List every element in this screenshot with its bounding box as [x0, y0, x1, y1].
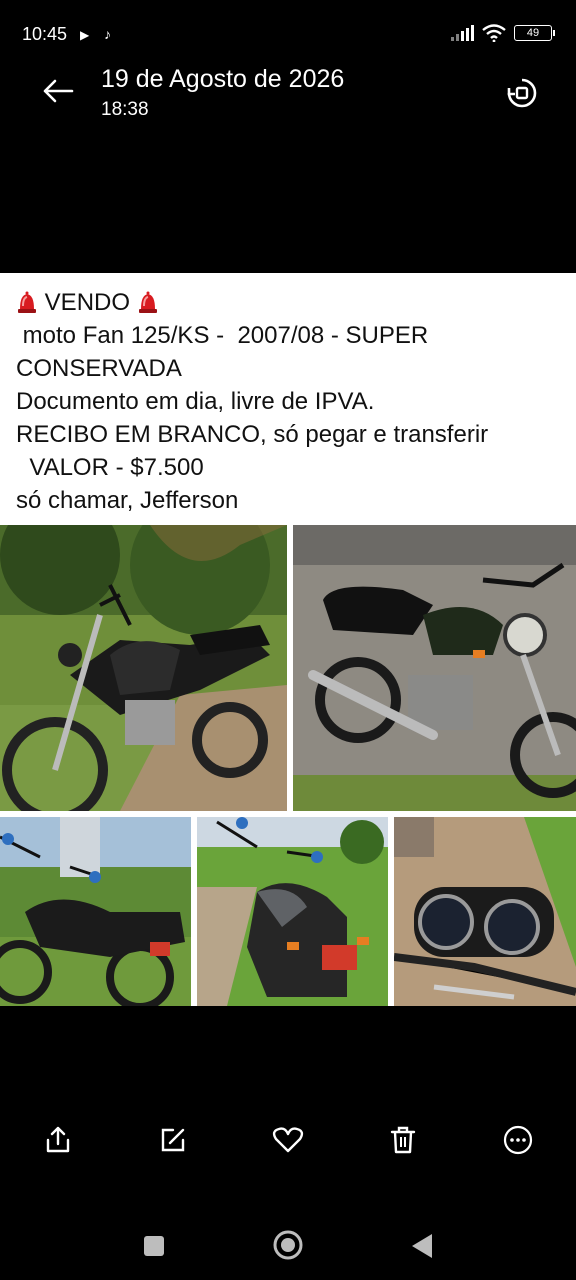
signal-icon	[451, 25, 474, 41]
rotate-icon[interactable]	[506, 77, 538, 109]
photo-content[interactable]: VENDO moto Fan 125/KS - 2007/08 - SUPER …	[0, 273, 576, 1006]
edit-button[interactable]	[115, 1112, 230, 1168]
photo-date: 19 de Agosto de 2026	[101, 65, 345, 93]
post-line-vendo: VENDO	[44, 289, 131, 316]
post-line-model: moto Fan 125/KS - 2007/08 - SUPER	[22, 322, 429, 349]
share-button[interactable]	[0, 1112, 115, 1168]
recents-square-icon[interactable]	[143, 1235, 165, 1257]
viewer-header: 19 de Agosto de 2026 18:38	[0, 55, 576, 125]
back-triangle-icon[interactable]	[410, 1233, 434, 1259]
favorite-icon	[272, 1127, 304, 1153]
post-text: VENDO moto Fan 125/KS - 2007/08 - SUPER …	[0, 273, 576, 517]
photo-time: 18:38	[101, 99, 149, 120]
delete-button[interactable]	[346, 1112, 461, 1168]
play-icon: ▶	[80, 28, 90, 42]
favorite-button[interactable]	[230, 1112, 345, 1168]
post-line-price: VALOR - $7.500	[29, 454, 204, 481]
post-line-document: Documento em dia, livre de IPVA.	[16, 388, 375, 415]
photo-collage	[0, 525, 576, 1006]
moto-photo-4	[197, 817, 388, 1006]
clock: 10:45	[22, 24, 68, 44]
moto-photo-3	[0, 817, 191, 1006]
tiktok-icon: ♪	[104, 26, 111, 42]
siren-icon	[138, 291, 157, 313]
siren-icon	[18, 291, 36, 313]
moto-photo-5	[394, 817, 576, 1006]
battery-icon: 49	[514, 25, 555, 41]
more-button[interactable]	[461, 1112, 576, 1168]
back-arrow-icon[interactable]	[40, 73, 76, 109]
edit-icon	[161, 1128, 184, 1152]
share-icon	[46, 1126, 69, 1153]
wifi-icon	[482, 24, 506, 42]
post-line-recibo: RECIBO EM BRANCO, só pegar e transferir	[16, 421, 489, 448]
system-nav-bar	[0, 1220, 576, 1270]
post-line-condition: CONSERVADA	[16, 355, 182, 382]
action-bar	[0, 1112, 576, 1168]
delete-icon	[391, 1126, 416, 1154]
more-icon	[504, 1125, 533, 1155]
home-circle-icon[interactable]	[272, 1229, 304, 1261]
post-line-contact: só chamar, Jefferson	[16, 487, 239, 514]
moto-photo-1	[0, 525, 287, 811]
moto-photo-2	[293, 525, 576, 811]
